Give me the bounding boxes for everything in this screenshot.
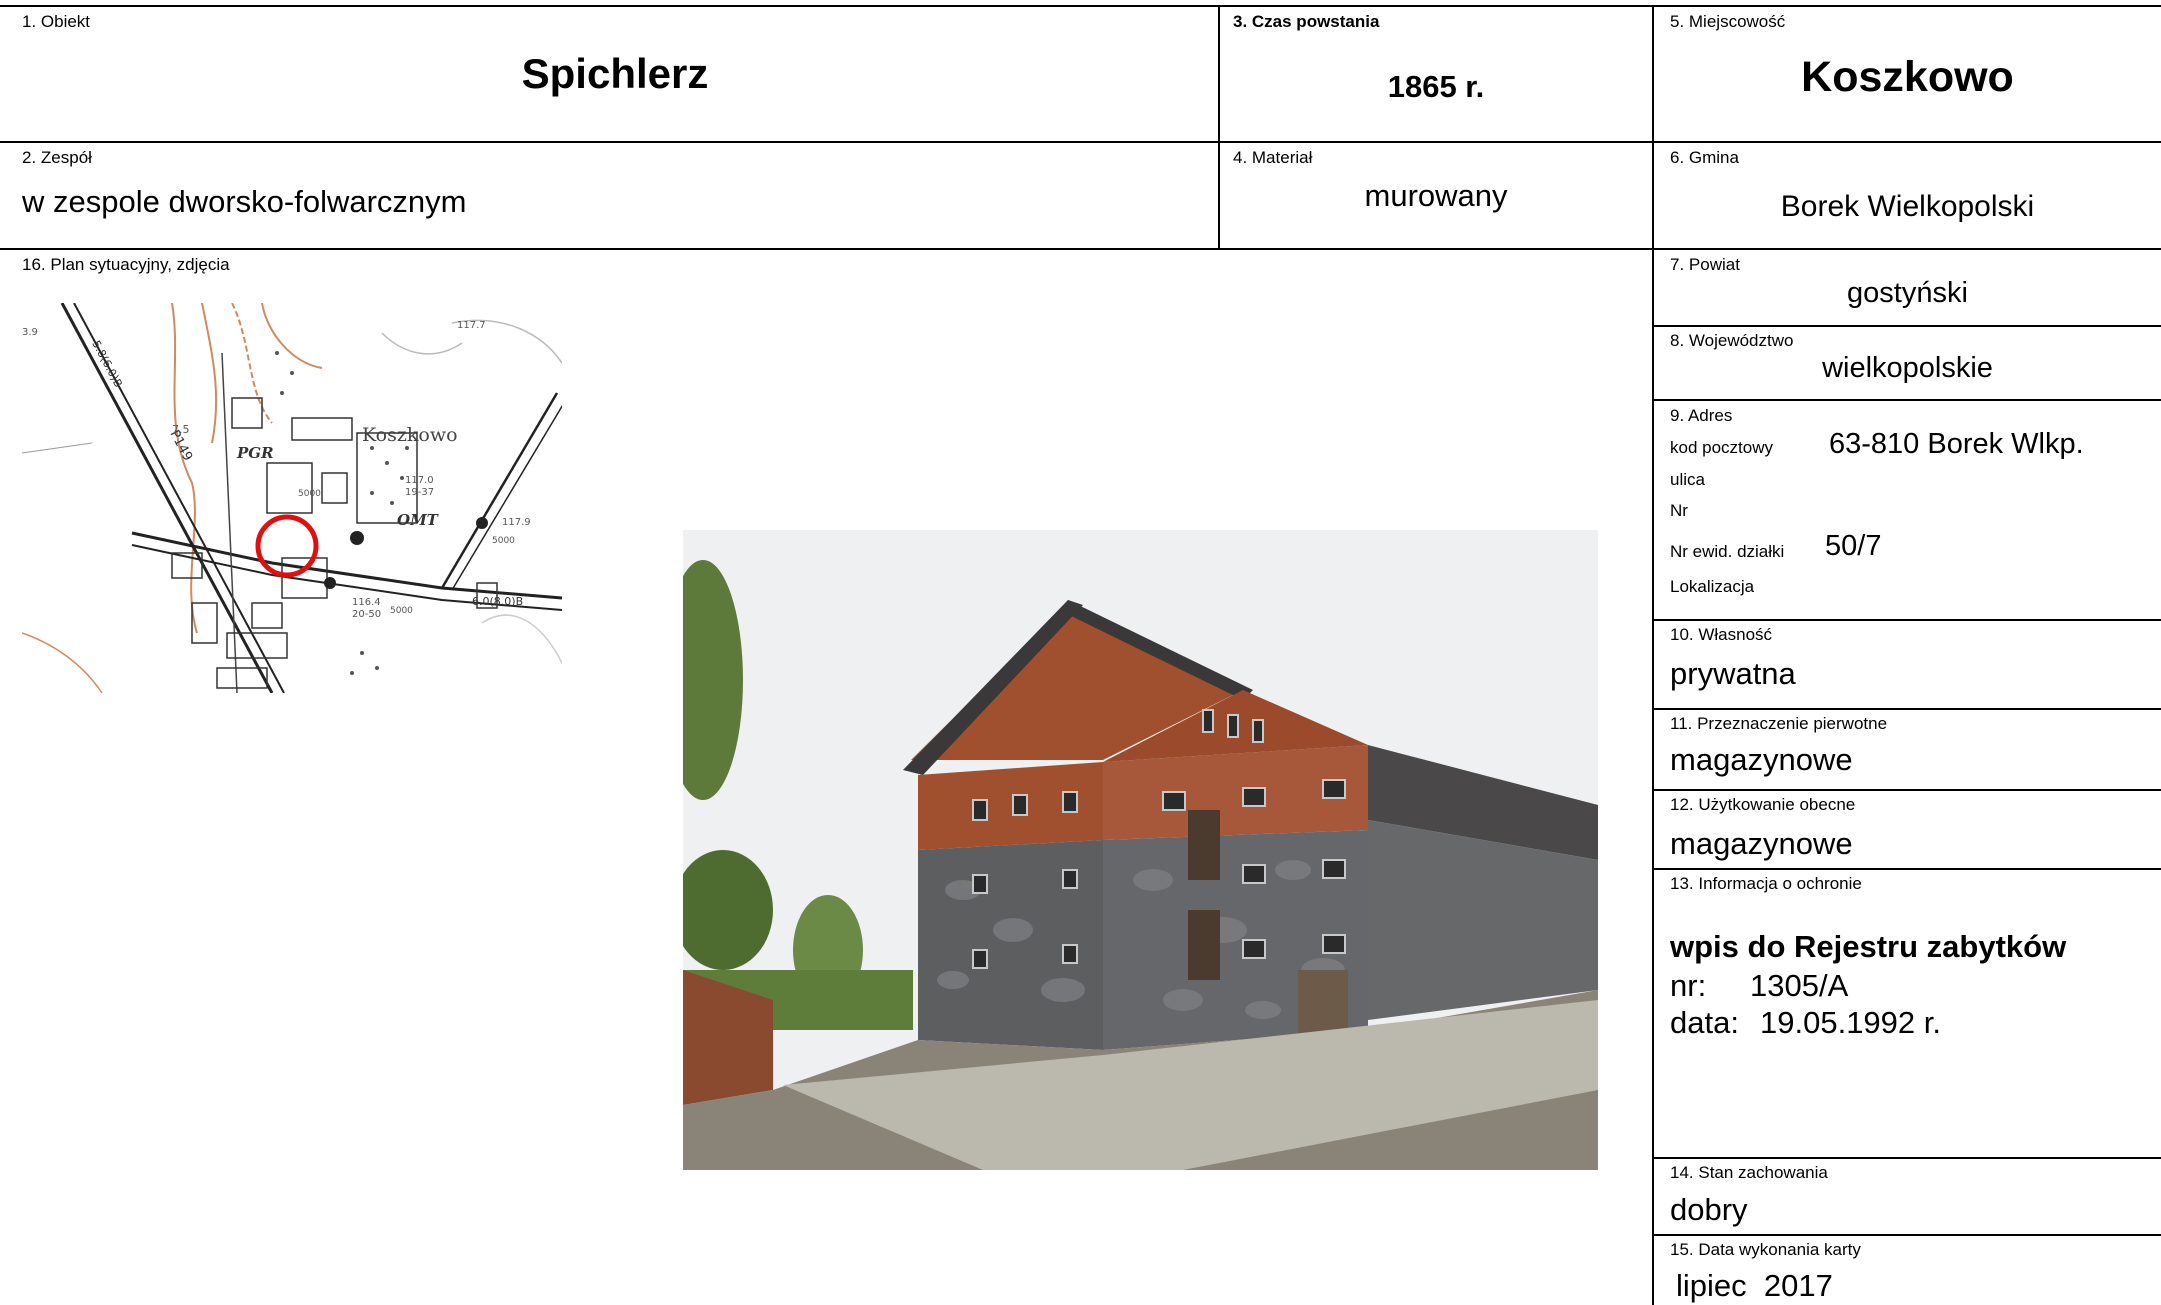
czas-value: 1865 r.	[1387, 69, 1485, 104]
adres-label: 9. Adres	[1670, 406, 1733, 425]
gmina-label: 6. Gmina	[1670, 148, 1739, 167]
ochrona-nr-label: nr:	[1670, 968, 1707, 1003]
wlasnosc-label: 10. Własność	[1670, 625, 1773, 644]
row1-bottom-border	[0, 141, 2161, 143]
ochrona-title: wpis do Rejestru zabytków	[1670, 929, 2067, 964]
przeznaczenie-value: magazynowe	[1670, 742, 1853, 777]
nr-label: Nr	[1670, 501, 1688, 520]
map-label-omt: OMT	[397, 511, 440, 529]
stan-label: 14. Stan zachowania	[1670, 1163, 1828, 1182]
map-label-h3: 19-37	[405, 487, 434, 498]
sep-stan	[1652, 1234, 2161, 1236]
sep-uzytkowanie	[1652, 868, 2161, 870]
wojewodztwo-value: wielkopolskie	[1822, 352, 1993, 384]
map-label-r2: 6.0(8.0)B	[472, 595, 523, 608]
plan-label: 16. Plan sytuacyjny, zdjęcia	[22, 255, 230, 274]
kod-pocztowy-label: kod pocztowy	[1670, 438, 1773, 457]
ulica-label: ulica	[1670, 470, 1705, 489]
czas-label: 3. Czas powstania	[1233, 12, 1380, 31]
sep-wojewodztwo	[1652, 399, 2161, 401]
map-label-village: Koszkowo	[362, 424, 458, 446]
ochrona-data-value: 19.05.1992 r.	[1760, 1005, 1941, 1040]
sep-wlasnosc	[1652, 708, 2161, 710]
sep-adres	[1652, 619, 2161, 621]
ochrona-data-label: data:	[1670, 1005, 1739, 1040]
wojewodztwo-label: 8. Województwo	[1670, 331, 1794, 350]
material-value: murowany	[1364, 178, 1508, 213]
map-label-h2: 117.0	[405, 475, 434, 486]
map-label-h7: 20-50	[352, 609, 381, 620]
map-label-r4: 7.5	[172, 423, 190, 436]
map-label-r6: 5000	[298, 489, 321, 499]
lokalizacja-label: Lokalizacja	[1670, 577, 1755, 596]
data-karty-label: 15. Data wykonania karty	[1670, 1240, 1861, 1259]
miejscowosc-label: 5. Miejscowość	[1670, 12, 1786, 31]
sep-przeznaczenie	[1652, 789, 2161, 791]
dzialka-label: Nr ewid. działki	[1670, 542, 1785, 561]
powiat-value: gostyński	[1847, 277, 1968, 309]
map-label-h4: 117.9	[502, 517, 531, 528]
wlasnosc-value: prywatna	[1670, 656, 1796, 691]
map-label-pgr: PGR	[236, 444, 274, 462]
zespol-value: w zespole dworsko-folwarcznym	[22, 184, 467, 219]
powiat-label: 7. Powiat	[1670, 255, 1740, 274]
map-label-h5: 5000	[492, 536, 515, 546]
uzytkowanie-value: magazynowe	[1670, 826, 1853, 861]
miejscowosc-value: Koszkowo	[1801, 53, 2014, 101]
row2-bottom-border	[0, 248, 2161, 250]
granary-photo	[683, 530, 1598, 1170]
map-label-h6: 116.4	[352, 597, 381, 608]
map-label-h8: 5000	[390, 606, 413, 616]
ochrona-label: 13. Informacja o ochronie	[1670, 874, 1862, 893]
uzytkowanie-label: 12. Użytkowanie obecne	[1670, 795, 1856, 814]
sep-ochrona	[1652, 1157, 2161, 1159]
topographic-map: Koszkowo PGR OMT 117.7 117.0 19-37 117.9…	[22, 303, 562, 693]
obiekt-label: 1. Obiekt	[22, 12, 91, 31]
obiekt-value: Spichlerz	[521, 50, 709, 97]
kod-pocztowy-value: 63-810 Borek Wlkp.	[1829, 428, 2084, 460]
data-karty-value: lipiec 2017	[1676, 1268, 1833, 1303]
zespol-label: 2. Zespół	[22, 148, 92, 167]
map-label-r5: 3.9	[22, 327, 38, 338]
sep-powiat	[1652, 325, 2161, 327]
material-label: 4. Materiał	[1233, 148, 1313, 167]
dzialka-value: 50/7	[1825, 530, 1882, 562]
stan-value: dobry	[1670, 1192, 1748, 1227]
gmina-value: Borek Wielkopolski	[1780, 190, 2035, 223]
table-top-border	[0, 5, 2161, 7]
ochrona-nr-value: 1305/A	[1750, 968, 1849, 1003]
przeznaczenie-label: 11. Przeznaczenie pierwotne	[1670, 714, 1888, 733]
map-label-h1: 117.7	[457, 320, 486, 331]
